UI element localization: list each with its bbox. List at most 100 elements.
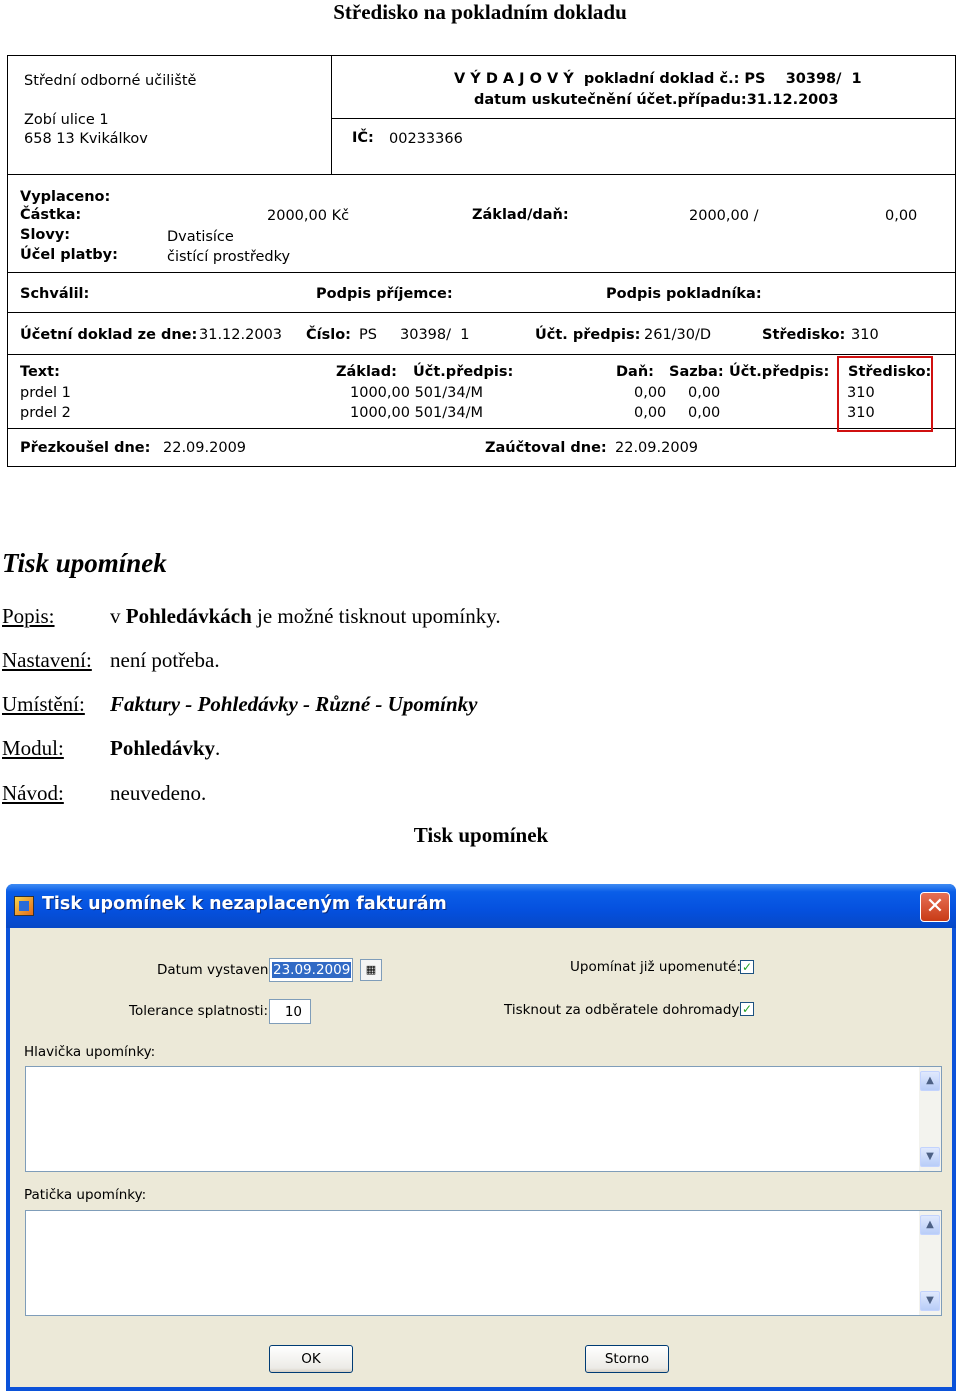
approved-label: Schválil: bbox=[20, 286, 90, 302]
ic-label: IČ: bbox=[352, 130, 374, 146]
modul-name: Pohledávky bbox=[110, 736, 216, 760]
footer-textarea[interactable]: ▲ ▼ bbox=[25, 1210, 942, 1316]
date-label: Datum vystavení: bbox=[157, 962, 277, 978]
date-input[interactable]: 23.09.2009 bbox=[269, 958, 353, 982]
center-highlight-box bbox=[837, 356, 933, 432]
divider bbox=[331, 118, 956, 119]
col-text: Text: bbox=[20, 364, 60, 380]
org-city: 658 13 Kvikálkov bbox=[24, 131, 148, 147]
amount-value: 2000,00 Kč bbox=[267, 208, 350, 224]
paid-label: Vyplaceno: bbox=[20, 189, 111, 205]
remind-again-checkbox[interactable]: ✓ bbox=[740, 960, 754, 974]
words-value: Dvatisíce bbox=[167, 229, 234, 245]
row-base-rule: 1000,00 501/34/M bbox=[350, 385, 483, 401]
nastaveni-value: není potřeba. bbox=[110, 648, 220, 672]
popis-value: v Pohledávkách je možné tisknout upomínk… bbox=[110, 604, 501, 629]
scroll-down-icon[interactable]: ▼ bbox=[920, 1147, 940, 1167]
tolerance-value: 10 bbox=[284, 1004, 302, 1020]
doc-title: V Ý D A J O V Ý pokladní doklad č.: PS 3… bbox=[454, 71, 862, 87]
date-value: 23.09.2009 bbox=[272, 962, 352, 978]
acc-doc-date: 31.12.2003 bbox=[199, 327, 283, 343]
words-label: Slovy: bbox=[20, 227, 71, 243]
center-label: Středisko: bbox=[762, 327, 846, 343]
row-tax: 0,00 bbox=[634, 385, 667, 401]
modul-suffix: . bbox=[215, 736, 221, 760]
receipt-document: Střední odborné učiliště Zobí ulice 1 65… bbox=[7, 55, 956, 467]
org-name: Střední odborné učiliště bbox=[24, 73, 197, 89]
header-textarea[interactable]: ▲ ▼ bbox=[25, 1066, 942, 1172]
col-rule: Účt.předpis: bbox=[413, 364, 514, 380]
checked-label: Přezkoušel dne: bbox=[20, 440, 151, 456]
popis-rest: je možné tisknout upomínky. bbox=[251, 604, 501, 628]
row-rate: 0,00 bbox=[688, 405, 721, 421]
popis-prefix: v bbox=[110, 604, 126, 628]
page-heading: Středisko na pokladním dokladu bbox=[333, 0, 627, 24]
recipient-sign-label: Podpis příjemce: bbox=[316, 286, 453, 302]
divider bbox=[8, 354, 956, 355]
divider bbox=[331, 56, 332, 174]
divider bbox=[8, 428, 956, 429]
umisteni-value: Faktury - Pohledávky - Různé - Upomínky bbox=[110, 692, 478, 716]
nastaveni-label: Nastavení: bbox=[2, 648, 92, 672]
umisteni-label: Umístění: bbox=[2, 692, 85, 716]
modul-value: Pohledávky. bbox=[110, 736, 220, 761]
row-base-rule: 1000,00 501/34/M bbox=[350, 405, 483, 421]
col-base: Základ: bbox=[336, 364, 397, 380]
tolerance-label: Tolerance splatnosti: bbox=[129, 1003, 269, 1019]
row-rate: 0,00 bbox=[688, 385, 721, 401]
tax-value: 0,00 bbox=[885, 208, 918, 224]
divider bbox=[8, 272, 956, 273]
remind-again-label: Upomínat již upomenuté: bbox=[570, 959, 742, 975]
footer-label: Patička upomínky: bbox=[24, 1187, 147, 1203]
print-together-checkbox[interactable]: ✓ bbox=[740, 1002, 754, 1016]
divider bbox=[8, 174, 956, 175]
figure-caption: Tisk upomínek bbox=[413, 823, 549, 847]
dialog-title: Tisk upomínek k nezaplaceným fakturám bbox=[42, 894, 447, 914]
header-label: Hlavička upomínky: bbox=[24, 1044, 156, 1060]
popis-bold: Pohledávkách bbox=[125, 604, 252, 628]
footer-scrollbar[interactable]: ▲ ▼ bbox=[919, 1211, 941, 1315]
row-text: prdel 1 bbox=[20, 385, 71, 401]
tolerance-input[interactable]: 10 bbox=[269, 999, 311, 1024]
center-value: 310 bbox=[851, 327, 879, 343]
base-value: 2000,00 / bbox=[689, 208, 759, 224]
row-tax: 0,00 bbox=[634, 405, 667, 421]
acc-rule-label: Účt. předpis: bbox=[535, 327, 641, 343]
ic-value: 00233366 bbox=[389, 131, 463, 147]
number-value: PS 30398/ 1 bbox=[359, 327, 470, 343]
purpose-label: Účel platby: bbox=[20, 247, 118, 263]
navod-label: Návod: bbox=[2, 781, 64, 805]
calendar-icon[interactable]: ▦ bbox=[360, 959, 382, 981]
amount-label: Částka: bbox=[20, 207, 82, 223]
header-scrollbar[interactable]: ▲ ▼ bbox=[919, 1067, 941, 1171]
print-together-label: Tisknout za odběratele dohromady: bbox=[504, 1002, 743, 1018]
org-street: Zobí ulice 1 bbox=[24, 112, 109, 128]
scroll-down-icon[interactable]: ▼ bbox=[920, 1291, 940, 1311]
section-title: Tisk upomínek bbox=[2, 548, 167, 578]
number-label: Číslo: bbox=[306, 327, 351, 343]
col-tax: Daň: bbox=[616, 364, 654, 380]
divider bbox=[8, 312, 956, 313]
modul-label: Modul: bbox=[2, 736, 64, 760]
close-button[interactable]: ✕ bbox=[920, 892, 950, 922]
base-tax-label: Základ/daň: bbox=[472, 207, 569, 223]
ok-button[interactable]: OK bbox=[269, 1345, 353, 1373]
navod-value: neuvedeno. bbox=[110, 781, 207, 805]
purpose-value: čistící prostředky bbox=[167, 249, 291, 265]
scroll-up-icon[interactable]: ▲ bbox=[920, 1071, 940, 1091]
reminder-dialog: Tisk upomínek k nezaplaceným fakturám ✕ … bbox=[6, 884, 956, 1391]
cashier-sign-label: Podpis pokladníka: bbox=[606, 286, 762, 302]
scroll-up-icon[interactable]: ▲ bbox=[920, 1215, 940, 1235]
checked-date: 22.09.2009 bbox=[163, 440, 247, 456]
acc-rule-value: 261/30/D bbox=[644, 327, 712, 343]
app-icon bbox=[14, 896, 34, 916]
dialog-titlebar[interactable]: Tisk upomínek k nezaplaceným fakturám ✕ bbox=[6, 884, 956, 928]
dialog-client-area: Datum vystavení: 23.09.2009 ▦ Tolerance … bbox=[10, 928, 952, 1387]
popis-label: Popis: bbox=[2, 604, 55, 628]
doc-date: datum uskutečnění účet.případu:31.12.200… bbox=[474, 92, 839, 108]
cancel-button[interactable]: Storno bbox=[585, 1345, 669, 1373]
col-rule2: Účt.předpis: bbox=[729, 364, 830, 380]
col-rate: Sazba: bbox=[669, 364, 724, 380]
acc-doc-label: Účetní doklad ze dne: bbox=[20, 327, 198, 343]
row-text: prdel 2 bbox=[20, 405, 71, 421]
